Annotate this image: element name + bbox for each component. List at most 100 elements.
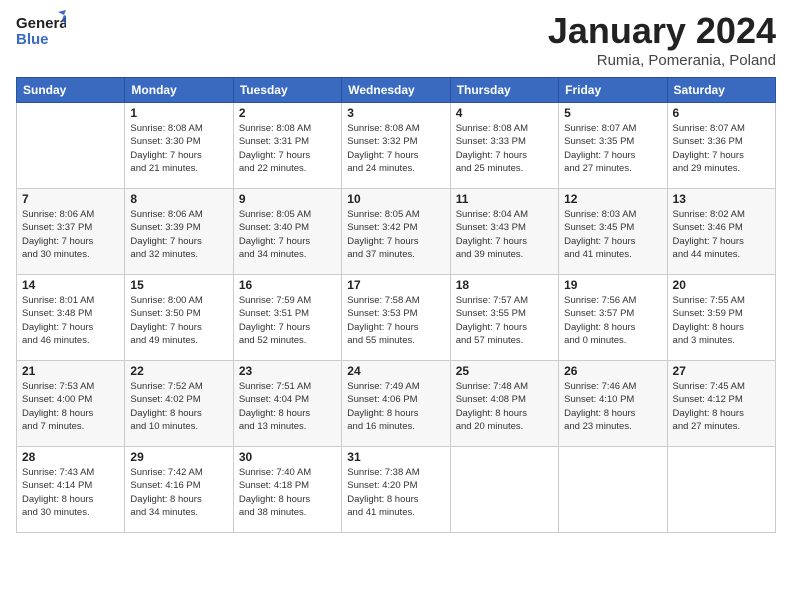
week-row-5: 28Sunrise: 7:43 AM Sunset: 4:14 PM Dayli… (17, 447, 776, 533)
cell-info: Sunrise: 8:07 AM Sunset: 3:35 PM Dayligh… (564, 122, 661, 175)
day-number: 26 (564, 364, 661, 378)
calendar-cell: 14Sunrise: 8:01 AM Sunset: 3:48 PM Dayli… (17, 275, 125, 361)
day-number: 9 (239, 192, 336, 206)
header-thursday: Thursday (450, 78, 558, 103)
calendar-cell (450, 447, 558, 533)
day-number: 4 (456, 106, 553, 120)
day-number: 11 (456, 192, 553, 206)
calendar-cell: 9 Sunrise: 8:05 AM Sunset: 3:40 PM Daylig… (233, 189, 341, 275)
day-number: 29 (130, 450, 227, 464)
calendar-cell: 31 Sunrise: 7:38 AM Sunset: 4:20 PM Dayli… (342, 447, 450, 533)
cell-info: Sunrise: 7:52 AM Sunset: 4:02 PM Dayligh… (130, 380, 227, 433)
svg-text:Blue: Blue (16, 31, 49, 48)
day-number: 23 (239, 364, 336, 378)
cell-info: Sunrise: 8:05 AM Sunset: 3:42 PM Dayligh… (347, 208, 444, 261)
calendar-cell: 19 Sunrise: 7:56 AM Sunset: 3:57 PM Dayli… (559, 275, 667, 361)
day-number: 10 (347, 192, 444, 206)
calendar-cell: 10 Sunrise: 8:05 AM Sunset: 3:42 PM Dayli… (342, 189, 450, 275)
calendar-cell: 27Sunrise: 7:45 AM Sunset: 4:12 PM Dayli… (667, 361, 775, 447)
week-row-4: 21 Sunrise: 7:53 AM Sunset: 4:00 PM Dayli… (17, 361, 776, 447)
day-number: 2 (239, 106, 336, 120)
day-number: 30 (239, 450, 336, 464)
calendar-cell: 24 Sunrise: 7:49 AM Sunset: 4:06 PM Dayli… (342, 361, 450, 447)
day-number: 24 (347, 364, 444, 378)
calendar-cell: 30 Sunrise: 7:40 AM Sunset: 4:18 PM Dayli… (233, 447, 341, 533)
calendar-cell: 6 Sunrise: 8:07 AM Sunset: 3:36 PM Daylig… (667, 103, 775, 189)
calendar-cell: 21 Sunrise: 7:53 AM Sunset: 4:00 PM Dayli… (17, 361, 125, 447)
cell-info: Sunrise: 8:07 AM Sunset: 3:36 PM Dayligh… (673, 122, 770, 175)
cell-info: Sunrise: 7:51 AM Sunset: 4:04 PM Dayligh… (239, 380, 336, 433)
svg-text:General: General (16, 15, 66, 32)
title-area: January 2024 Rumia, Pomerania, Poland (548, 10, 776, 69)
weekday-header-row: Sunday Monday Tuesday Wednesday Thursday… (17, 78, 776, 103)
cell-info: Sunrise: 7:49 AM Sunset: 4:06 PM Dayligh… (347, 380, 444, 433)
week-row-3: 14Sunrise: 8:01 AM Sunset: 3:48 PM Dayli… (17, 275, 776, 361)
calendar-cell: 26 Sunrise: 7:46 AM Sunset: 4:10 PM Dayli… (559, 361, 667, 447)
subtitle: Rumia, Pomerania, Poland (548, 52, 776, 69)
header-wednesday: Wednesday (342, 78, 450, 103)
cell-info: Sunrise: 8:05 AM Sunset: 3:40 PM Dayligh… (239, 208, 336, 261)
day-number: 12 (564, 192, 661, 206)
calendar-cell: 8Sunrise: 8:06 AM Sunset: 3:39 PM Daylig… (125, 189, 233, 275)
day-number: 22 (130, 364, 227, 378)
day-number: 25 (456, 364, 553, 378)
header-monday: Monday (125, 78, 233, 103)
cell-info: Sunrise: 8:03 AM Sunset: 3:45 PM Dayligh… (564, 208, 661, 261)
calendar-cell: 23 Sunrise: 7:51 AM Sunset: 4:04 PM Dayli… (233, 361, 341, 447)
cell-info: Sunrise: 7:53 AM Sunset: 4:00 PM Dayligh… (22, 380, 119, 433)
cell-info: Sunrise: 8:08 AM Sunset: 3:31 PM Dayligh… (239, 122, 336, 175)
cell-info: Sunrise: 7:58 AM Sunset: 3:53 PM Dayligh… (347, 294, 444, 347)
calendar-cell: 20 Sunrise: 7:55 AM Sunset: 3:59 PM Dayli… (667, 275, 775, 361)
header-saturday: Saturday (667, 78, 775, 103)
header: GeneralBlue January 2024 Rumia, Pomerani… (16, 10, 776, 69)
cell-info: Sunrise: 7:59 AM Sunset: 3:51 PM Dayligh… (239, 294, 336, 347)
calendar-cell: 4 Sunrise: 8:08 AM Sunset: 3:33 PM Daylig… (450, 103, 558, 189)
day-number: 6 (673, 106, 770, 120)
cell-info: Sunrise: 8:01 AM Sunset: 3:48 PM Dayligh… (22, 294, 119, 347)
week-row-2: 7Sunrise: 8:06 AM Sunset: 3:37 PM Daylig… (17, 189, 776, 275)
calendar-cell: 15Sunrise: 8:00 AM Sunset: 3:50 PM Dayli… (125, 275, 233, 361)
day-number: 21 (22, 364, 119, 378)
header-sunday: Sunday (17, 78, 125, 103)
calendar-cell: 17 Sunrise: 7:58 AM Sunset: 3:53 PM Dayli… (342, 275, 450, 361)
cell-info: Sunrise: 8:08 AM Sunset: 3:33 PM Dayligh… (456, 122, 553, 175)
day-number: 18 (456, 278, 553, 292)
cell-info: Sunrise: 7:42 AM Sunset: 4:16 PM Dayligh… (130, 466, 227, 519)
calendar-cell: 1Sunrise: 8:08 AM Sunset: 3:30 PM Daylig… (125, 103, 233, 189)
day-number: 5 (564, 106, 661, 120)
cell-info: Sunrise: 8:06 AM Sunset: 3:37 PM Dayligh… (22, 208, 119, 261)
calendar-cell: 25 Sunrise: 7:48 AM Sunset: 4:08 PM Dayli… (450, 361, 558, 447)
day-number: 19 (564, 278, 661, 292)
calendar-cell: 22 Sunrise: 7:52 AM Sunset: 4:02 PM Dayli… (125, 361, 233, 447)
calendar-cell: 2 Sunrise: 8:08 AM Sunset: 3:31 PM Daylig… (233, 103, 341, 189)
calendar-cell: 3 Sunrise: 8:08 AM Sunset: 3:32 PM Daylig… (342, 103, 450, 189)
day-number: 3 (347, 106, 444, 120)
day-number: 20 (673, 278, 770, 292)
header-tuesday: Tuesday (233, 78, 341, 103)
cell-info: Sunrise: 8:04 AM Sunset: 3:43 PM Dayligh… (456, 208, 553, 261)
cell-info: Sunrise: 8:08 AM Sunset: 3:32 PM Dayligh… (347, 122, 444, 175)
calendar-cell: 13Sunrise: 8:02 AM Sunset: 3:46 PM Dayli… (667, 189, 775, 275)
calendar-table: Sunday Monday Tuesday Wednesday Thursday… (16, 77, 776, 533)
cell-info: Sunrise: 7:46 AM Sunset: 4:10 PM Dayligh… (564, 380, 661, 433)
cell-info: Sunrise: 7:56 AM Sunset: 3:57 PM Dayligh… (564, 294, 661, 347)
day-number: 17 (347, 278, 444, 292)
logo: GeneralBlue (16, 10, 66, 52)
calendar-cell: 12 Sunrise: 8:03 AM Sunset: 3:45 PM Dayli… (559, 189, 667, 275)
calendar-cell (17, 103, 125, 189)
calendar-cell (559, 447, 667, 533)
week-row-1: 1Sunrise: 8:08 AM Sunset: 3:30 PM Daylig… (17, 103, 776, 189)
day-number: 15 (130, 278, 227, 292)
cell-info: Sunrise: 7:55 AM Sunset: 3:59 PM Dayligh… (673, 294, 770, 347)
day-number: 13 (673, 192, 770, 206)
cell-info: Sunrise: 7:40 AM Sunset: 4:18 PM Dayligh… (239, 466, 336, 519)
cell-info: Sunrise: 8:06 AM Sunset: 3:39 PM Dayligh… (130, 208, 227, 261)
cell-info: Sunrise: 7:43 AM Sunset: 4:14 PM Dayligh… (22, 466, 119, 519)
day-number: 1 (130, 106, 227, 120)
cell-info: Sunrise: 7:57 AM Sunset: 3:55 PM Dayligh… (456, 294, 553, 347)
cell-info: Sunrise: 7:48 AM Sunset: 4:08 PM Dayligh… (456, 380, 553, 433)
day-number: 31 (347, 450, 444, 464)
calendar-cell: 5 Sunrise: 8:07 AM Sunset: 3:35 PM Daylig… (559, 103, 667, 189)
logo-svg: GeneralBlue (16, 10, 66, 52)
cell-info: Sunrise: 7:38 AM Sunset: 4:20 PM Dayligh… (347, 466, 444, 519)
